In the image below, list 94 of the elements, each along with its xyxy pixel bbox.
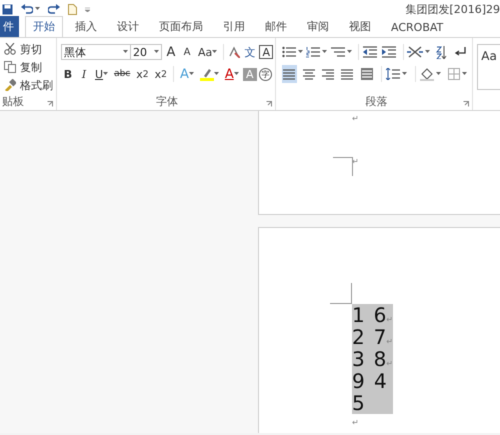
dialog-launcher-icon[interactable] — [266, 101, 272, 107]
caret-icon[interactable] — [436, 72, 442, 76]
align-left-icon[interactable] — [283, 68, 296, 80]
file-tab[interactable]: 件 — [0, 16, 19, 37]
corner-mark — [330, 283, 352, 304]
document-icon[interactable] — [68, 4, 77, 14]
sort-button[interactable] — [434, 43, 448, 61]
window-title: 集团团发[2016]29 — [405, 2, 500, 16]
bold-button[interactable]: B — [61, 65, 75, 83]
list-number: 1 — [352, 304, 366, 326]
dialog-launcher-icon[interactable] — [47, 101, 53, 107]
ribbon-tab[interactable]: 引用 — [215, 16, 253, 37]
caret-icon[interactable] — [212, 50, 218, 54]
caret-icon[interactable] — [346, 50, 352, 54]
ribbon-tab[interactable]: ACROBAT — [383, 18, 452, 37]
font-size-field[interactable]: 20 — [130, 44, 162, 60]
increase-indent-icon[interactable] — [382, 46, 396, 58]
bullets-icon[interactable] — [282, 46, 296, 58]
numbering-icon[interactable] — [306, 46, 320, 58]
caret-icon[interactable] — [234, 72, 239, 76]
scissors-icon[interactable] — [4, 43, 16, 55]
decrease-indent-icon[interactable] — [362, 46, 377, 58]
style-preview[interactable]: Aa — [477, 44, 500, 90]
paragraph-mark: ↵ — [352, 114, 359, 124]
justify-icon[interactable] — [341, 68, 354, 80]
paragraph-mark: ↵ — [386, 359, 393, 369]
character-border-button[interactable]: A — [259, 45, 274, 59]
cut-button[interactable]: 剪切 — [2, 41, 54, 57]
clear-format-icon[interactable] — [228, 46, 240, 58]
ribbon-tab[interactable]: 设计 — [109, 16, 147, 37]
group-label: 段落 — [365, 95, 388, 110]
copy-button[interactable]: 复制 — [2, 59, 54, 75]
caret-icon[interactable] — [214, 72, 219, 76]
enclose-character-button[interactable]: 字 — [258, 68, 272, 80]
multilevel-list-icon[interactable] — [330, 46, 345, 58]
paintbrush-icon[interactable] — [4, 79, 16, 91]
align-right-icon[interactable] — [322, 68, 334, 80]
ribbon-tab[interactable]: 审阅 — [299, 16, 337, 37]
caret-icon[interactable] — [425, 50, 430, 54]
ribbon-tab[interactable]: 开始 — [25, 16, 63, 37]
paragraph-mark: ↵ — [352, 418, 359, 428]
list-number: 4 — [374, 370, 387, 392]
list-number: 3 — [352, 348, 366, 370]
caret-icon[interactable] — [35, 7, 40, 11]
ribbon-tab[interactable]: 邮件 — [257, 16, 295, 37]
group-label: 字体 — [156, 95, 178, 110]
save-icon[interactable] — [2, 4, 13, 14]
highlighter-icon[interactable] — [200, 68, 214, 80]
shrink-font-button[interactable]: A — [180, 43, 194, 61]
underline-button[interactable]: U — [93, 65, 110, 83]
painter-button[interactable]: 格式刷 — [2, 77, 54, 93]
caret-icon[interactable] — [188, 72, 194, 76]
caret-icon[interactable] — [298, 50, 303, 54]
chinese-layout-icon[interactable] — [407, 46, 424, 58]
paragraph-mark: ↵ — [386, 337, 393, 347]
align-left-button[interactable] — [282, 65, 297, 83]
ribbon-tab[interactable]: 插入 — [67, 16, 105, 37]
font-color-button[interactable]: A — [222, 65, 241, 83]
caret-icon[interactable] — [402, 72, 408, 76]
distribute-icon[interactable] — [360, 68, 373, 80]
caret-icon[interactable] — [322, 50, 328, 54]
paragraph-mark: ↵ — [386, 315, 393, 325]
caret-icon[interactable] — [103, 72, 108, 76]
caret-icon[interactable] — [123, 50, 128, 54]
strikethrough-button[interactable]: abc — [112, 65, 132, 83]
redo-icon[interactable] — [48, 4, 60, 14]
distribute-button[interactable] — [360, 65, 374, 83]
list-number: 2 — [352, 326, 366, 348]
group-label: 贴板 — [2, 95, 24, 110]
sort-icon[interactable] — [435, 46, 448, 58]
list-number: 6 — [374, 304, 386, 326]
dialog-launcher-icon[interactable] — [463, 101, 470, 107]
copy-icon[interactable] — [4, 61, 16, 73]
ribbon-tab[interactable]: 页面布局 — [151, 16, 211, 37]
paint-bucket-icon[interactable] — [420, 68, 434, 80]
phonetic-guide-button[interactable]: 文 — [242, 43, 258, 61]
grow-font-button[interactable]: A — [164, 43, 178, 61]
list-number: 8 — [374, 348, 386, 370]
list-number: 7 — [374, 326, 386, 348]
caret-icon[interactable] — [154, 50, 159, 54]
list-number: 5 — [352, 392, 366, 414]
italic-button[interactable]: I — [77, 65, 91, 83]
font-name-field[interactable]: 黑体 — [61, 44, 131, 60]
caret-icon[interactable] — [462, 72, 467, 76]
corner-mark — [333, 157, 353, 176]
change-case-button[interactable]: Aa — [196, 43, 220, 61]
paragraph-mark-icon[interactable] — [454, 46, 466, 58]
undo-icon[interactable] — [21, 4, 33, 14]
ribbon-tab[interactable]: 视图 — [341, 16, 379, 37]
spacing-button[interactable] — [386, 65, 408, 83]
customize-icon[interactable] — [85, 6, 90, 12]
list-number: 9 — [352, 370, 366, 392]
align-center-icon[interactable] — [302, 68, 315, 80]
line-spacing-icon[interactable] — [386, 68, 400, 80]
